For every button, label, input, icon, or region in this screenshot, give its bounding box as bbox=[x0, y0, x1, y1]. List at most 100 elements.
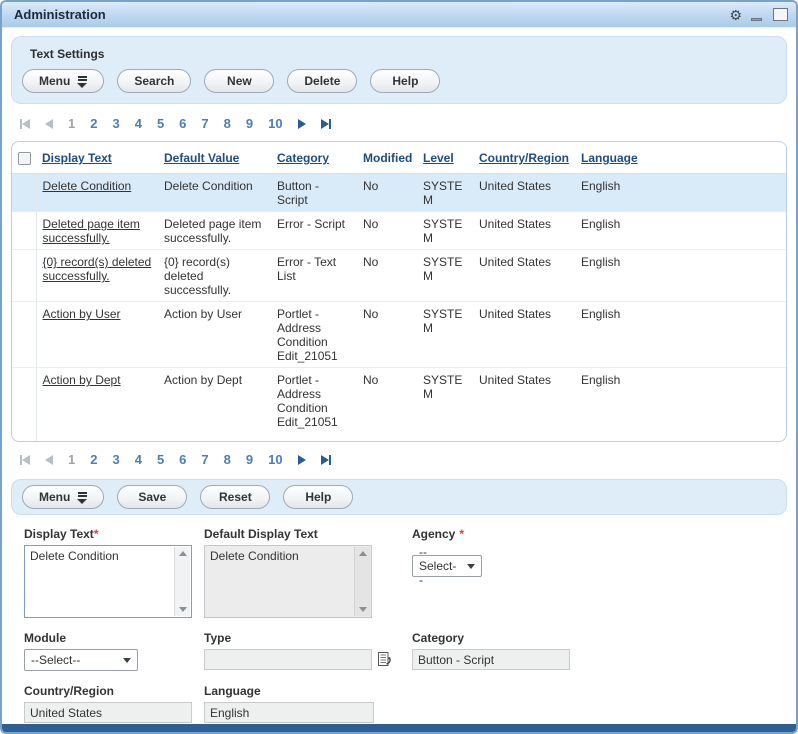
sort-category[interactable]: Category bbox=[277, 151, 329, 165]
delete-button[interactable]: Delete bbox=[287, 69, 357, 93]
help-button-label: Help bbox=[392, 74, 418, 88]
cell-country-region: United States bbox=[473, 174, 575, 212]
window-bottom-bar bbox=[2, 724, 796, 732]
row-select-cell bbox=[12, 212, 36, 250]
cell-modified: No bbox=[357, 250, 417, 302]
display-text-link[interactable]: Deleted page item successfully. bbox=[43, 217, 140, 245]
row-select-cell bbox=[12, 174, 36, 212]
detail-form: Display Text* Delete Condition Default D… bbox=[2, 515, 796, 723]
scroll-up-arrow-icon[interactable] bbox=[179, 551, 187, 556]
page-link[interactable]: 8 bbox=[224, 452, 231, 467]
section-title: Text Settings bbox=[22, 43, 776, 69]
table-row[interactable]: Action by User Action by User Portlet - … bbox=[12, 302, 786, 368]
display-text-link[interactable]: Delete Condition bbox=[43, 179, 132, 193]
sort-country-region[interactable]: Country/Region bbox=[479, 151, 569, 165]
table-row[interactable]: {0} record(s) deleted successfully. {0} … bbox=[12, 250, 786, 302]
reset-button-label: Reset bbox=[219, 490, 252, 504]
cell-category: Portlet - Address Condition Edit_21051 bbox=[271, 368, 357, 442]
page-link[interactable]: 10 bbox=[268, 452, 282, 467]
page-link[interactable]: 9 bbox=[246, 116, 253, 131]
page-link[interactable]: 3 bbox=[112, 452, 119, 467]
last-page-icon[interactable] bbox=[321, 119, 331, 129]
country-region-label: Country/Region bbox=[24, 684, 204, 698]
personalize-icon[interactable]: ⚙ bbox=[729, 8, 742, 22]
chevron-down-icon bbox=[123, 658, 131, 663]
page-link[interactable]: 7 bbox=[201, 116, 208, 131]
page-link[interactable]: 8 bbox=[224, 116, 231, 131]
first-page-icon bbox=[20, 455, 30, 465]
page-link[interactable]: 5 bbox=[157, 116, 164, 131]
sort-display-text[interactable]: Display Text bbox=[42, 151, 112, 165]
next-page-icon[interactable] bbox=[298, 119, 306, 129]
first-page-icon bbox=[20, 119, 30, 129]
page-link[interactable]: 5 bbox=[157, 452, 164, 467]
help-button[interactable]: Help bbox=[283, 485, 353, 509]
sort-default-value[interactable]: Default Value bbox=[164, 151, 239, 165]
cell-language: English bbox=[575, 212, 786, 250]
cell-category: Button - Script bbox=[271, 174, 357, 212]
row-select-cell bbox=[12, 368, 36, 442]
display-text-link[interactable]: Action by Dept bbox=[43, 373, 121, 387]
cell-category: Error - Script bbox=[271, 212, 357, 250]
page-link[interactable]: 7 bbox=[201, 452, 208, 467]
page-link[interactable]: 2 bbox=[90, 452, 97, 467]
display-text-link[interactable]: {0} record(s) deleted successfully. bbox=[43, 255, 152, 283]
save-button[interactable]: Save bbox=[117, 485, 187, 509]
save-button-label: Save bbox=[138, 490, 166, 504]
row-select-cell bbox=[12, 250, 36, 302]
category-label: Category bbox=[412, 631, 782, 645]
page-link[interactable]: 6 bbox=[179, 452, 186, 467]
menu-dropdown-icon bbox=[77, 492, 87, 504]
display-text-textarea[interactable]: Delete Condition bbox=[24, 545, 192, 618]
select-all-checkbox[interactable] bbox=[18, 152, 31, 165]
default-display-text-label: Default Display Text bbox=[204, 527, 412, 541]
search-button[interactable]: Search bbox=[117, 69, 191, 93]
pager-bottom: 1 2 3 4 5 6 7 8 9 10 bbox=[2, 442, 796, 477]
sort-level[interactable]: Level bbox=[423, 151, 454, 165]
page-link[interactable]: 4 bbox=[135, 452, 142, 467]
module-label: Module bbox=[24, 631, 204, 645]
next-page-icon[interactable] bbox=[298, 455, 306, 465]
menu-button[interactable]: Menu bbox=[22, 69, 104, 93]
lookup-icon[interactable] bbox=[377, 651, 393, 670]
search-button-label: Search bbox=[134, 74, 174, 88]
menu-button-label: Menu bbox=[39, 74, 70, 88]
cell-default-value: Action by Dept bbox=[158, 368, 271, 442]
help-button[interactable]: Help bbox=[370, 69, 440, 93]
page-link[interactable]: 4 bbox=[135, 116, 142, 131]
reset-button[interactable]: Reset bbox=[200, 485, 270, 509]
titlebar: Administration ⚙ bbox=[2, 2, 796, 28]
agency-selected-value: --Select-- bbox=[419, 545, 457, 587]
cell-level: SYSTEM bbox=[417, 212, 473, 250]
new-button[interactable]: New bbox=[204, 69, 274, 93]
maximize-icon[interactable] bbox=[773, 8, 788, 21]
cell-modified: No bbox=[357, 174, 417, 212]
table-row[interactable]: Deleted page item successfully. Deleted … bbox=[12, 212, 786, 250]
grid-header-row: Display Text Default Value Category Modi… bbox=[12, 142, 786, 174]
menu-button[interactable]: Menu bbox=[22, 485, 104, 509]
cell-category: Portlet - Address Condition Edit_21051 bbox=[271, 302, 357, 368]
module-select[interactable]: --Select-- bbox=[24, 649, 138, 671]
type-label: Type bbox=[204, 631, 412, 645]
page-link[interactable]: 3 bbox=[112, 116, 119, 131]
minimize-icon[interactable] bbox=[751, 8, 764, 21]
display-text-value: Delete Condition bbox=[30, 549, 119, 563]
agency-select[interactable]: --Select-- bbox=[412, 555, 482, 577]
scroll-down-arrow-icon[interactable] bbox=[179, 607, 187, 612]
last-page-icon[interactable] bbox=[321, 455, 331, 465]
page-link[interactable]: 9 bbox=[246, 452, 253, 467]
administration-window: Administration ⚙ Text Settings Menu Sear… bbox=[0, 0, 798, 734]
cell-category: Error - Text List bbox=[271, 250, 357, 302]
prev-page-icon bbox=[45, 119, 53, 129]
table-row[interactable]: Action by Dept Action by Dept Portlet - … bbox=[12, 368, 786, 442]
page-link[interactable]: 2 bbox=[90, 116, 97, 131]
textarea-scrollbar[interactable] bbox=[174, 547, 190, 616]
display-text-link[interactable]: Action by User bbox=[43, 307, 121, 321]
help-button-label: Help bbox=[305, 490, 331, 504]
row-select-cell bbox=[12, 302, 36, 368]
prev-page-icon bbox=[45, 455, 53, 465]
page-link[interactable]: 10 bbox=[268, 116, 282, 131]
sort-language[interactable]: Language bbox=[581, 151, 638, 165]
page-link[interactable]: 6 bbox=[179, 116, 186, 131]
table-row[interactable]: Delete Condition Delete Condition Button… bbox=[12, 174, 786, 212]
